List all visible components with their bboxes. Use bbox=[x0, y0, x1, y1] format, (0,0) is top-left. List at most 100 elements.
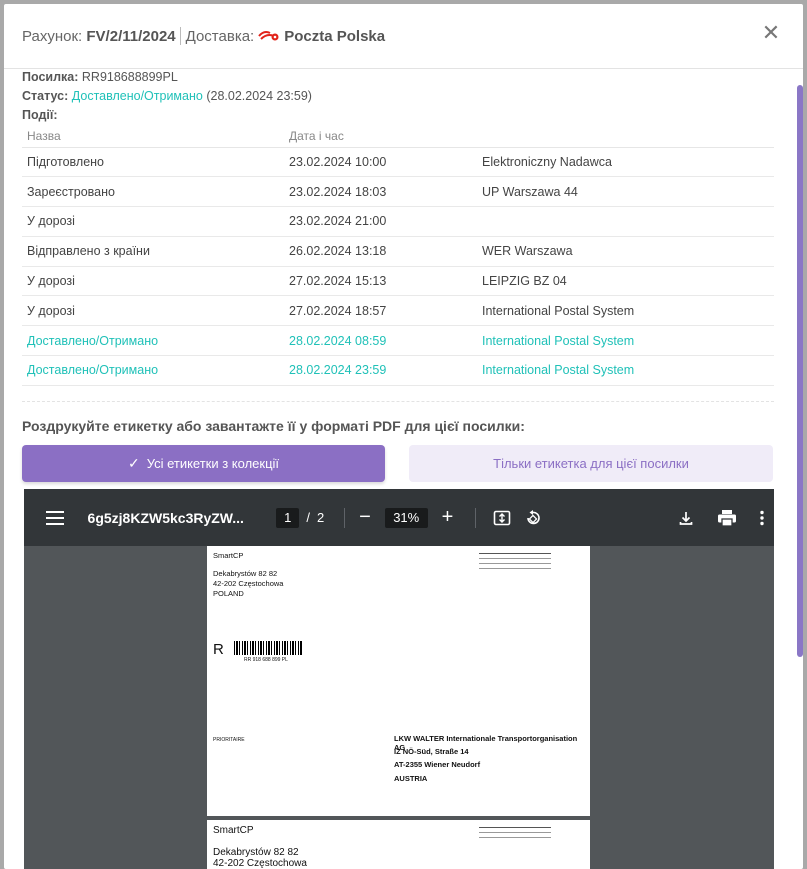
column-header-place bbox=[477, 125, 774, 148]
more-options-icon[interactable] bbox=[751, 506, 774, 530]
event-place: LEIPZIG BZ 04 bbox=[477, 266, 774, 297]
event-place: Elektroniczny Nadawca bbox=[477, 147, 774, 178]
single-label-button-label: Тільки етикетка для цієї посилки bbox=[493, 455, 689, 471]
events-table: Назва Дата і час Підготовлено 23.02.2024… bbox=[22, 125, 774, 386]
postage-box bbox=[479, 825, 551, 838]
page-separator: / bbox=[306, 510, 310, 525]
event-name: Доставлено/Отримано bbox=[22, 355, 284, 386]
table-row: Доставлено/Отримано 28.02.2024 08:59 Int… bbox=[22, 325, 774, 357]
all-labels-button-label: Усі етикетки з колекції bbox=[146, 455, 280, 471]
pdf-page-2: SmartCP Dekabrystów 82 82 42-202 Częstoc… bbox=[207, 820, 590, 869]
status-time: (28.02.2024 23:59) bbox=[206, 89, 312, 103]
event-place: International Postal System bbox=[477, 355, 774, 386]
event-datetime: 27.02.2024 15:13 bbox=[284, 266, 477, 297]
toolbar-divider bbox=[344, 507, 346, 528]
page-total: 2 bbox=[317, 510, 325, 525]
registered-mark: R bbox=[213, 641, 224, 658]
sender-street: Dekabrystów 82 82 bbox=[213, 569, 278, 578]
single-label-button[interactable]: Тільки етикетка для цієї посилки bbox=[409, 444, 773, 482]
parcel-label: Посилка: bbox=[22, 70, 79, 84]
event-name: Відправлено з країни bbox=[22, 236, 284, 267]
modal-header: Рахунок: FV/2/11/2024 Доставка: Poczta P… bbox=[4, 4, 803, 69]
column-header-datetime: Дата і час bbox=[284, 125, 477, 148]
event-place: WER Warszawa bbox=[477, 236, 774, 267]
check-icon: ✓ bbox=[127, 454, 140, 471]
print-buttons: ✓ Усі етикетки з колекції Тільки етикетк… bbox=[22, 444, 774, 482]
event-datetime: 28.02.2024 08:59 bbox=[284, 325, 477, 357]
sender-city: 42-202 Częstochowa bbox=[213, 858, 307, 869]
event-datetime: 23.02.2024 10:00 bbox=[284, 147, 477, 178]
poczta-polska-icon bbox=[258, 31, 279, 41]
parcel-number: RR918688899PL bbox=[81, 70, 178, 84]
event-datetime: 23.02.2024 21:00 bbox=[284, 206, 477, 237]
event-name: У дорозі bbox=[22, 295, 284, 327]
shipment-modal: Рахунок: FV/2/11/2024 Доставка: Poczta P… bbox=[4, 4, 803, 869]
status-value: Доставлено/Отримано bbox=[71, 89, 203, 103]
pdf-viewer: 6g5zj8KZW5kc3RyZW... 1 / 2 − 31% + Smart… bbox=[24, 489, 774, 869]
event-name: Зареєстровано bbox=[22, 176, 284, 208]
invoice-label: Рахунок: bbox=[22, 27, 83, 45]
pdf-title: 6g5zj8KZW5kc3RyZW... bbox=[87, 509, 244, 526]
barcode bbox=[234, 641, 302, 655]
event-datetime: 28.02.2024 23:59 bbox=[284, 355, 477, 386]
pdf-toolbar: 6g5zj8KZW5kc3RyZW... 1 / 2 − 31% + bbox=[24, 489, 774, 546]
sender-country: POLAND bbox=[213, 589, 244, 598]
header-divider bbox=[179, 27, 181, 45]
event-place: UP Warszawa 44 bbox=[477, 176, 774, 208]
event-place: International Postal System bbox=[477, 295, 774, 327]
print-icon[interactable] bbox=[715, 506, 738, 530]
print-section-title: Роздрукуйте етикетку або завантажте її у… bbox=[22, 417, 525, 434]
parcel-line: Посилка: RR918688899PL bbox=[22, 68, 774, 87]
rotate-icon[interactable] bbox=[522, 506, 545, 530]
event-datetime: 26.02.2024 13:18 bbox=[284, 236, 477, 267]
scrollbar[interactable] bbox=[797, 85, 803, 657]
recipient-city: AT-2355 Wiener Neudorf bbox=[394, 760, 481, 769]
event-datetime: 23.02.2024 18:03 bbox=[284, 176, 477, 208]
carrier-name: Poczta Polska bbox=[284, 27, 386, 45]
table-row: Підготовлено 23.02.2024 10:00 Elektronic… bbox=[22, 147, 774, 178]
status-label: Статус: bbox=[22, 89, 69, 103]
table-header-row: Назва Дата і час bbox=[22, 125, 774, 148]
table-row: У дорозі 27.02.2024 15:13 LEIPZIG BZ 04 bbox=[22, 266, 774, 297]
page-number-input[interactable]: 1 bbox=[276, 507, 300, 528]
priority-mark: PRIORITAIRE bbox=[213, 737, 245, 743]
fit-page-icon[interactable] bbox=[490, 506, 513, 530]
column-header-name: Назва bbox=[22, 125, 284, 148]
recipient-street: IZ NÖ-Süd, Straße 14 bbox=[394, 747, 469, 756]
invoice-number: FV/2/11/2024 bbox=[86, 27, 176, 45]
event-name: У дорозі bbox=[22, 266, 284, 297]
zoom-out-icon[interactable]: − bbox=[357, 506, 373, 529]
event-place: International Postal System bbox=[477, 325, 774, 357]
sender-name: SmartCP bbox=[213, 551, 244, 560]
postage-box bbox=[479, 551, 551, 569]
menu-icon[interactable] bbox=[46, 510, 64, 525]
all-labels-button[interactable]: ✓ Усі етикетки з колекції bbox=[22, 444, 385, 482]
zoom-input[interactable]: 31% bbox=[384, 507, 428, 528]
table-row: У дорозі 27.02.2024 18:57 International … bbox=[22, 295, 774, 327]
sender-street: Dekabrystów 82 82 bbox=[213, 847, 299, 858]
sender-city: 42-202 Częstochowa bbox=[213, 579, 284, 588]
event-name: Доставлено/Отримано bbox=[22, 325, 284, 357]
event-place bbox=[477, 206, 774, 237]
status-line: Статус: Доставлено/Отримано (28.02.2024 … bbox=[22, 87, 774, 106]
zoom-in-icon[interactable]: + bbox=[440, 506, 456, 529]
recipient-country: AUSTRIA bbox=[394, 774, 428, 783]
close-icon[interactable]: ✕ bbox=[761, 22, 781, 44]
download-icon[interactable] bbox=[674, 506, 697, 530]
sender-name: SmartCP bbox=[213, 825, 254, 836]
modal-body: Посилка: RR918688899PL Статус: Доставлен… bbox=[22, 68, 774, 482]
table-row: Відправлено з країни 26.02.2024 13:18 WE… bbox=[22, 236, 774, 267]
pdf-page-1: SmartCP Dekabrystów 82 82 42-202 Częstoc… bbox=[207, 546, 590, 816]
table-row: Доставлено/Отримано 28.02.2024 23:59 Int… bbox=[22, 355, 774, 386]
table-row: Зареєстровано 23.02.2024 18:03 UP Warsza… bbox=[22, 176, 774, 208]
barcode-number: RR 918 688 899 PL bbox=[244, 657, 288, 663]
section-divider bbox=[22, 400, 774, 402]
event-datetime: 27.02.2024 18:57 bbox=[284, 295, 477, 327]
event-name: Підготовлено bbox=[22, 147, 284, 178]
toolbar-divider bbox=[475, 507, 477, 528]
delivery-label: Доставка: bbox=[185, 27, 255, 45]
events-label: Події: bbox=[22, 108, 58, 122]
carrier-logo: Poczta Polska bbox=[258, 28, 385, 45]
event-name: У дорозі bbox=[22, 206, 284, 237]
table-row: У дорозі 23.02.2024 21:00 bbox=[22, 206, 774, 237]
